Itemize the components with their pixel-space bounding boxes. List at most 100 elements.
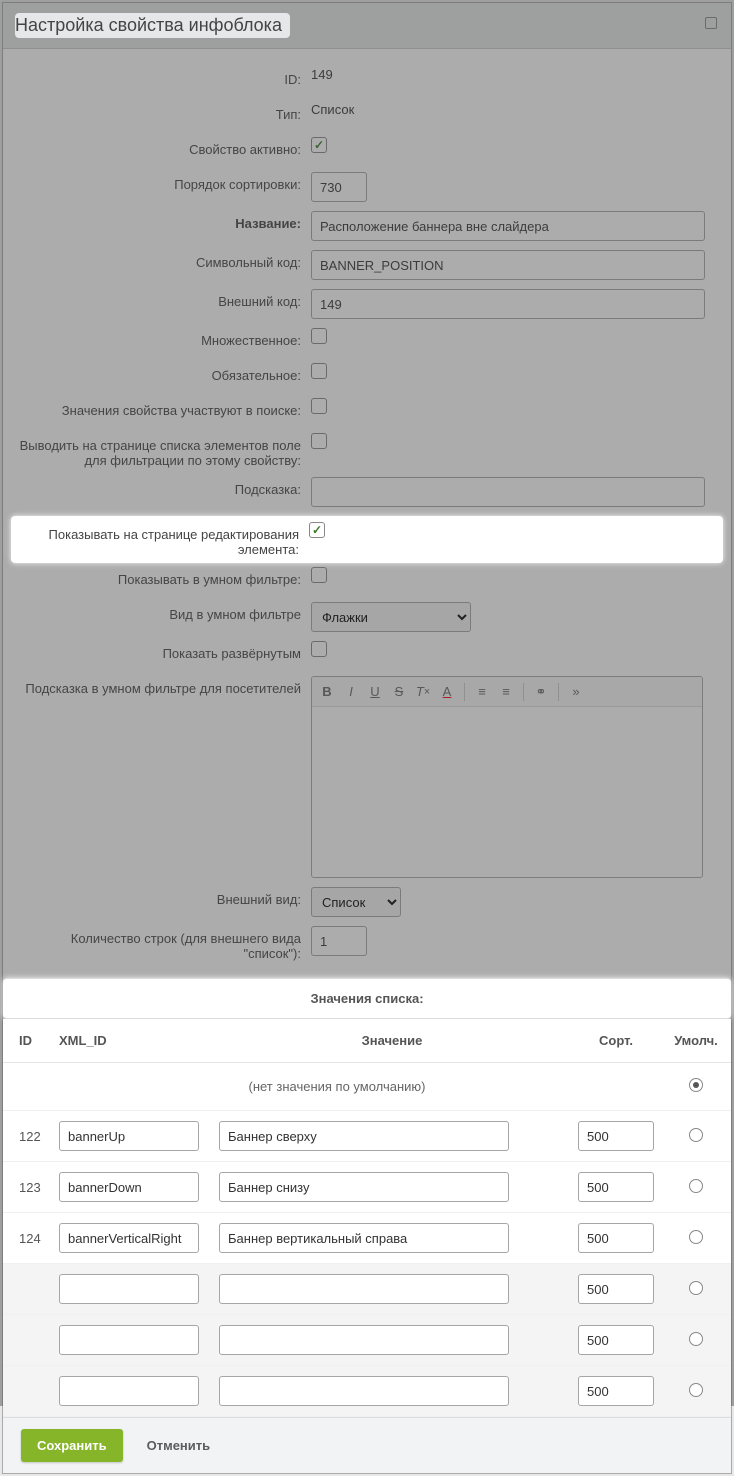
checkbox-searchable[interactable] (311, 398, 327, 414)
radio-default[interactable] (689, 1230, 703, 1244)
unordered-list-icon[interactable]: ≡ (495, 681, 517, 703)
cell-id: 122 (3, 1111, 53, 1162)
label-sort: Порядок сортировки: (15, 172, 311, 192)
save-button[interactable]: Сохранить (21, 1429, 123, 1462)
editor-toolbar: B I U S T× A ≡ ≡ ⚭ » (312, 677, 702, 707)
table-row: 122 (3, 1111, 731, 1162)
input-row-xml-id[interactable] (59, 1121, 199, 1151)
dialog-footer: Сохранить Отменить (3, 1417, 731, 1473)
input-name[interactable] (311, 211, 705, 241)
label-type: Тип: (15, 102, 311, 122)
th-id: ID (3, 1019, 53, 1063)
checkbox-active[interactable] (311, 137, 327, 153)
input-row-xml-id[interactable] (59, 1325, 199, 1355)
input-row-value[interactable] (219, 1376, 509, 1406)
th-sort: Сорт. (571, 1019, 661, 1063)
input-row-xml-id[interactable] (59, 1172, 199, 1202)
table-row: 123 (3, 1162, 731, 1213)
input-sort[interactable] (311, 172, 367, 202)
rich-editor: B I U S T× A ≡ ≡ ⚭ » (311, 676, 703, 878)
list-values-table: ID XML_ID Значение Сорт. Умолч. (нет зна… (3, 1019, 731, 1417)
label-row-count: Количество строк (для внешнего вида "спи… (15, 926, 311, 961)
radio-default[interactable] (689, 1332, 703, 1346)
input-row-value[interactable] (219, 1274, 509, 1304)
close-icon[interactable] (705, 17, 717, 29)
ordered-list-icon[interactable]: ≡ (471, 681, 493, 703)
table-row (3, 1315, 731, 1366)
radio-default[interactable] (689, 1383, 703, 1397)
value-type: Список (311, 102, 719, 117)
select-external-view[interactable]: Список (311, 887, 401, 917)
text-color-icon[interactable]: A (436, 681, 458, 703)
input-row-sort[interactable] (578, 1172, 654, 1202)
cell-id (3, 1264, 53, 1315)
input-row-xml-id[interactable] (59, 1223, 199, 1253)
cell-id (3, 1366, 53, 1417)
clear-format-icon[interactable]: T× (412, 681, 434, 703)
label-filterable: Выводить на странице списка элементов по… (15, 433, 311, 468)
label-id: ID: (15, 67, 311, 87)
link-icon[interactable]: ⚭ (530, 681, 552, 703)
select-smart-filter-view[interactable]: Флажки (311, 602, 471, 632)
input-row-xml-id[interactable] (59, 1376, 199, 1406)
th-xml-id: XML_ID (53, 1019, 213, 1063)
radio-default[interactable] (689, 1179, 703, 1193)
checkbox-smart-filter[interactable] (311, 567, 327, 583)
editor-textarea[interactable] (312, 707, 702, 877)
no-default-label: (нет значения по умолчанию) (3, 1063, 661, 1111)
list-values-heading: Значения списка: (3, 978, 731, 1019)
input-row-sort[interactable] (578, 1223, 654, 1253)
radio-default[interactable] (689, 1281, 703, 1295)
label-code: Символьный код: (15, 250, 311, 270)
label-smart-filter-hint: Подсказка в умном фильтре для посетителе… (15, 676, 311, 696)
underline-icon[interactable]: U (364, 681, 386, 703)
label-show-expanded: Показать развёрнутым (15, 641, 311, 661)
bold-icon[interactable]: B (316, 681, 338, 703)
th-default: Умолч. (661, 1019, 731, 1063)
label-smart-filter: Показывать в умном фильтре: (15, 567, 311, 587)
checkbox-filterable[interactable] (311, 433, 327, 449)
input-row-xml-id[interactable] (59, 1274, 199, 1304)
checkbox-required[interactable] (311, 363, 327, 379)
label-hint: Подсказка: (15, 477, 311, 497)
input-row-value[interactable] (219, 1172, 509, 1202)
dialog-title: Настройка свойства инфоблока (15, 13, 290, 38)
radio-default-none[interactable] (689, 1078, 703, 1092)
label-show-on-edit: Показывать на странице редактирования эл… (13, 522, 309, 557)
label-external-view: Внешний вид: (15, 887, 311, 907)
table-row (3, 1264, 731, 1315)
table-row (3, 1366, 731, 1417)
value-id: 149 (311, 67, 719, 82)
dialog: Настройка свойства инфоблока ID: 149 Тип… (2, 2, 732, 1474)
label-multiple: Множественное: (15, 328, 311, 348)
checkbox-show-on-edit[interactable] (309, 522, 325, 538)
input-row-sort[interactable] (578, 1325, 654, 1355)
cell-id: 124 (3, 1213, 53, 1264)
label-smart-filter-view: Вид в умном фильтре (15, 602, 311, 622)
checkbox-show-expanded[interactable] (311, 641, 327, 657)
label-xml-id: Внешний код: (15, 289, 311, 309)
titlebar: Настройка свойства инфоблока (3, 3, 731, 49)
table-row: 124 (3, 1213, 731, 1264)
italic-icon[interactable]: I (340, 681, 362, 703)
input-row-value[interactable] (219, 1223, 509, 1253)
input-row-sort[interactable] (578, 1376, 654, 1406)
radio-default[interactable] (689, 1128, 703, 1142)
label-required: Обязательное: (15, 363, 311, 383)
cell-id: 123 (3, 1162, 53, 1213)
checkbox-multiple[interactable] (311, 328, 327, 344)
input-code[interactable] (311, 250, 705, 280)
input-row-value[interactable] (219, 1325, 509, 1355)
strike-icon[interactable]: S (388, 681, 410, 703)
cell-id (3, 1315, 53, 1366)
input-row-count[interactable] (311, 926, 367, 956)
cancel-button[interactable]: Отменить (133, 1429, 225, 1462)
more-icon[interactable]: » (565, 681, 587, 703)
input-row-sort[interactable] (578, 1274, 654, 1304)
input-hint[interactable] (311, 477, 705, 507)
input-xml-id[interactable] (311, 289, 705, 319)
input-row-value[interactable] (219, 1121, 509, 1151)
label-active: Свойство активно: (15, 137, 311, 157)
label-name: Название: (15, 211, 311, 231)
input-row-sort[interactable] (578, 1121, 654, 1151)
